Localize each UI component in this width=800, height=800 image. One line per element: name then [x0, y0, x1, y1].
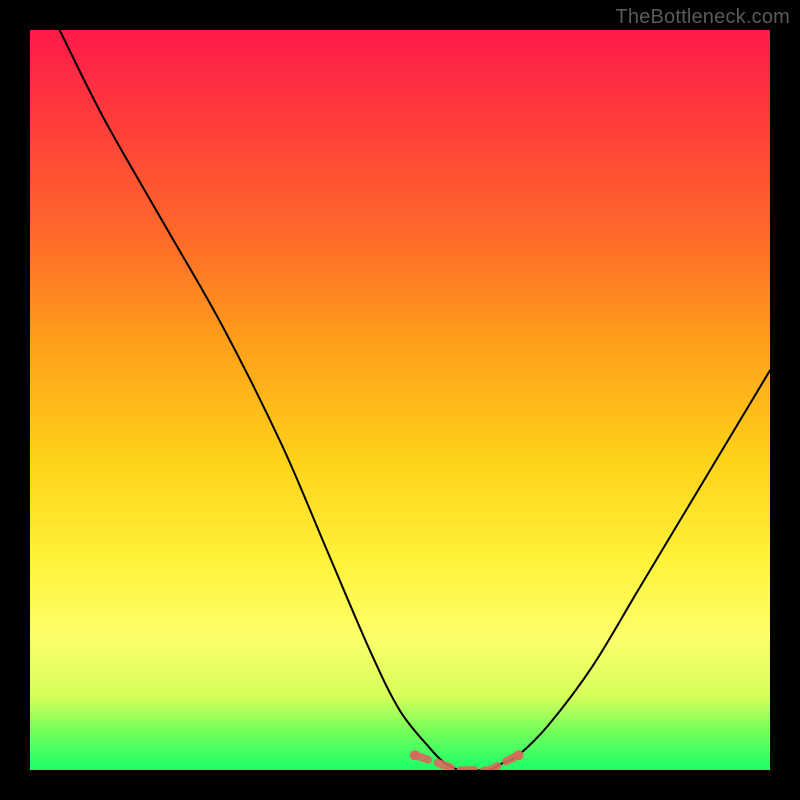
chart-frame: TheBottleneck.com [0, 0, 800, 800]
optimal-marker-stroke [415, 755, 519, 770]
optimal-marker-start-dot [410, 750, 420, 760]
chart-svg [30, 30, 770, 770]
watermark-label: TheBottleneck.com [615, 6, 790, 29]
optimal-marker-group [410, 750, 524, 770]
bottleneck-curve-path [60, 30, 770, 770]
optimal-marker-end-dot [513, 750, 523, 760]
plot-area [30, 30, 770, 770]
